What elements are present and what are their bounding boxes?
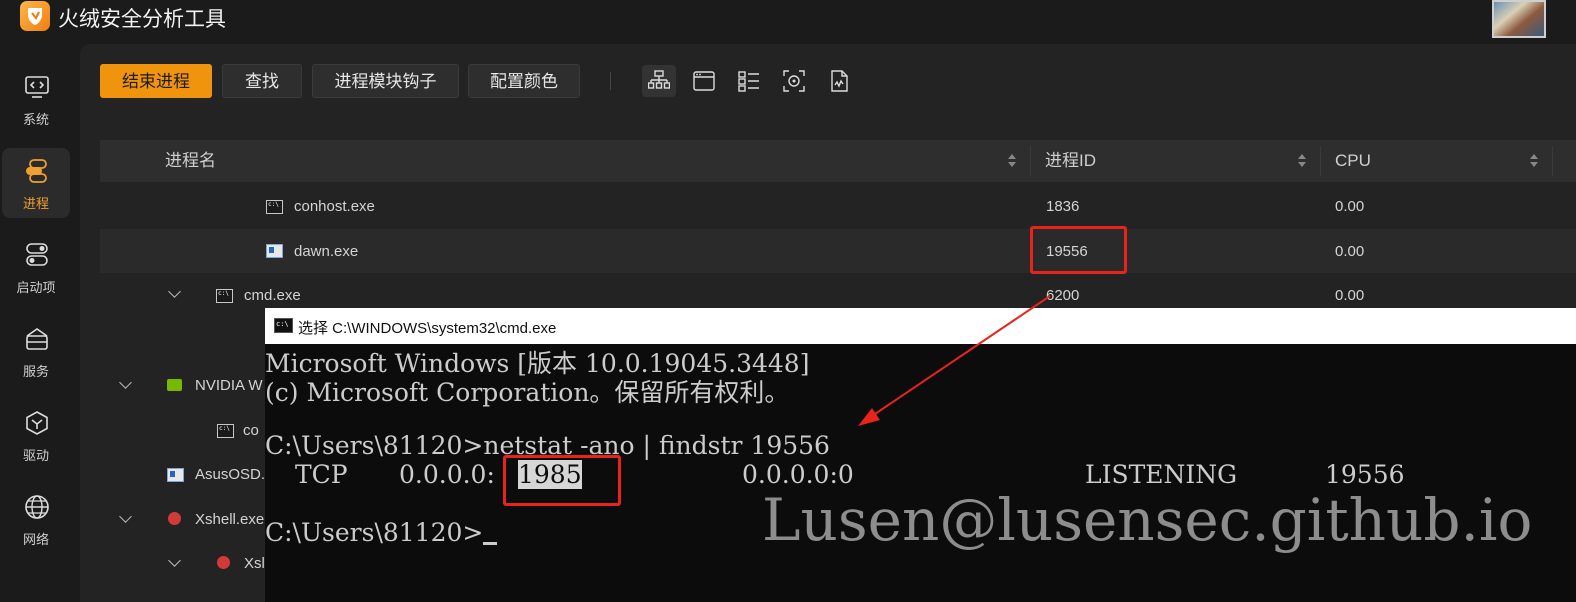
table-row[interactable]: conhost.exe 1836 0.00 xyxy=(100,184,1576,228)
process-name: co xyxy=(243,422,259,439)
cmd-console[interactable]: Microsoft Windows [版本 10.0.19045.3448] (… xyxy=(265,344,1576,602)
chevron-down-icon[interactable] xyxy=(119,376,132,389)
target-button[interactable] xyxy=(777,65,811,97)
console-prompt: C:\Users\81120> xyxy=(265,518,498,547)
process-cpu: 0.00 xyxy=(1335,243,1365,260)
process-id: 6200 xyxy=(1046,287,1080,304)
tcp-state: LISTENING xyxy=(1085,460,1238,489)
process-name: Xshell.exe xyxy=(195,511,265,528)
sort-icon[interactable] xyxy=(1298,154,1306,168)
process-name: conhost.exe xyxy=(294,198,375,215)
sidebar-item-label: 系统 xyxy=(22,112,49,127)
config-color-button[interactable]: 配置颜色 xyxy=(468,64,580,98)
process-id: 1836 xyxy=(1046,198,1080,215)
process-name: NVIDIA W xyxy=(195,377,263,394)
sidebar-item-process[interactable]: 进程 xyxy=(2,148,70,218)
window-process-icon xyxy=(266,244,283,258)
startup-toggle-icon xyxy=(26,243,48,266)
cmd-window-titlebar[interactable]: 选择 C:\WINDOWS\system32\cmd.exe xyxy=(265,308,1576,344)
service-icon xyxy=(26,328,48,350)
prompt-text: C:\Users\81120> xyxy=(265,518,484,547)
tcp-pid: 19556 xyxy=(1325,460,1405,489)
process-icon xyxy=(26,159,47,183)
sidebar-item-label: 驱动 xyxy=(22,448,49,463)
sidebar-item-label: 启动项 xyxy=(16,280,56,295)
driver-icon xyxy=(26,411,48,435)
sidebar-item-system[interactable]: 系统 xyxy=(2,64,70,134)
sidebar-item-service[interactable]: 服务 xyxy=(2,316,70,386)
watermark: Lusen@lusensec.github.io xyxy=(762,486,1533,554)
list-view-icon xyxy=(738,71,759,92)
cmd-window-title: 选择 C:\WINDOWS\system32\cmd.exe xyxy=(298,320,557,337)
process-name: cmd.exe xyxy=(244,287,301,304)
file-report-button[interactable] xyxy=(822,65,856,97)
process-name: Xsl xyxy=(244,555,265,572)
file-report-icon xyxy=(831,70,848,92)
sidebar-item-network[interactable]: 网络 xyxy=(2,484,70,554)
cmd-icon xyxy=(274,318,293,333)
sidebar-item-startup[interactable]: 启动项 xyxy=(2,232,70,302)
column-divider[interactable] xyxy=(1552,146,1553,176)
process-cpu: 0.00 xyxy=(1335,287,1365,304)
module-hooks-button[interactable]: 进程模块钩子 xyxy=(312,64,459,98)
app-logo-icon xyxy=(20,1,50,31)
tree-view-button[interactable] xyxy=(642,65,676,97)
tree-view-icon xyxy=(648,70,670,89)
window-process-icon xyxy=(167,468,184,482)
xshell-process-icon xyxy=(217,556,230,569)
xshell-process-icon xyxy=(168,512,181,525)
title-bar: 火绒安全分析工具 xyxy=(0,0,1576,38)
console-process-icon xyxy=(216,289,233,303)
column-divider[interactable] xyxy=(1320,146,1321,176)
target-icon xyxy=(783,70,805,92)
console-process-icon xyxy=(217,424,234,438)
sidebar-item-label: 进程 xyxy=(22,196,49,211)
toolbar-divider xyxy=(610,72,611,90)
chevron-down-icon[interactable] xyxy=(168,554,181,567)
process-cpu: 0.00 xyxy=(1335,198,1365,215)
process-name: dawn.exe xyxy=(294,243,359,260)
column-header-cpu[interactable]: CPU xyxy=(1335,140,1371,182)
text-cursor xyxy=(483,542,498,545)
console-line: (c) Microsoft Corporation。保留所有权利。 xyxy=(265,378,790,407)
list-view-button[interactable] xyxy=(732,65,766,97)
sidebar-item-label: 服务 xyxy=(22,364,49,379)
sidebar-item-label: 网络 xyxy=(22,532,49,547)
tcp-foreign-address: 0.0.0.0:0 xyxy=(742,460,854,489)
network-globe-icon xyxy=(25,495,49,519)
tcp-protocol: TCP xyxy=(295,460,348,489)
system-code-icon xyxy=(25,76,49,98)
column-divider[interactable] xyxy=(1030,146,1031,176)
sort-icon[interactable] xyxy=(1008,154,1016,168)
tcp-local-address: 0.0.0.0: xyxy=(399,460,495,489)
window-view-button[interactable] xyxy=(687,65,721,97)
port-highlight-box xyxy=(503,455,621,506)
window-view-icon xyxy=(693,71,715,91)
chevron-down-icon[interactable] xyxy=(168,285,181,298)
console-process-icon xyxy=(266,200,283,214)
sort-icon[interactable] xyxy=(1530,154,1538,168)
process-table-header: 进程名 进程ID CPU xyxy=(100,140,1576,182)
chevron-down-icon[interactable] xyxy=(119,510,132,523)
table-row[interactable]: dawn.exe 19556 0.00 xyxy=(100,229,1576,273)
nvidia-process-icon xyxy=(167,379,182,391)
sidebar: 系统 进程 启动项 服务 驱动 网络 xyxy=(0,44,76,602)
column-header-process-name[interactable]: 进程名 xyxy=(165,140,216,182)
find-button[interactable]: 查找 xyxy=(222,64,302,98)
end-process-button[interactable]: 结束进程 xyxy=(100,64,212,98)
app-title: 火绒安全分析工具 xyxy=(58,8,226,31)
sidebar-item-driver[interactable]: 驱动 xyxy=(2,400,70,470)
process-name: AsusOSD. xyxy=(195,466,266,483)
user-avatar[interactable] xyxy=(1492,0,1546,38)
pid-highlight-box xyxy=(1030,226,1127,274)
column-header-pid[interactable]: 进程ID xyxy=(1045,140,1096,182)
